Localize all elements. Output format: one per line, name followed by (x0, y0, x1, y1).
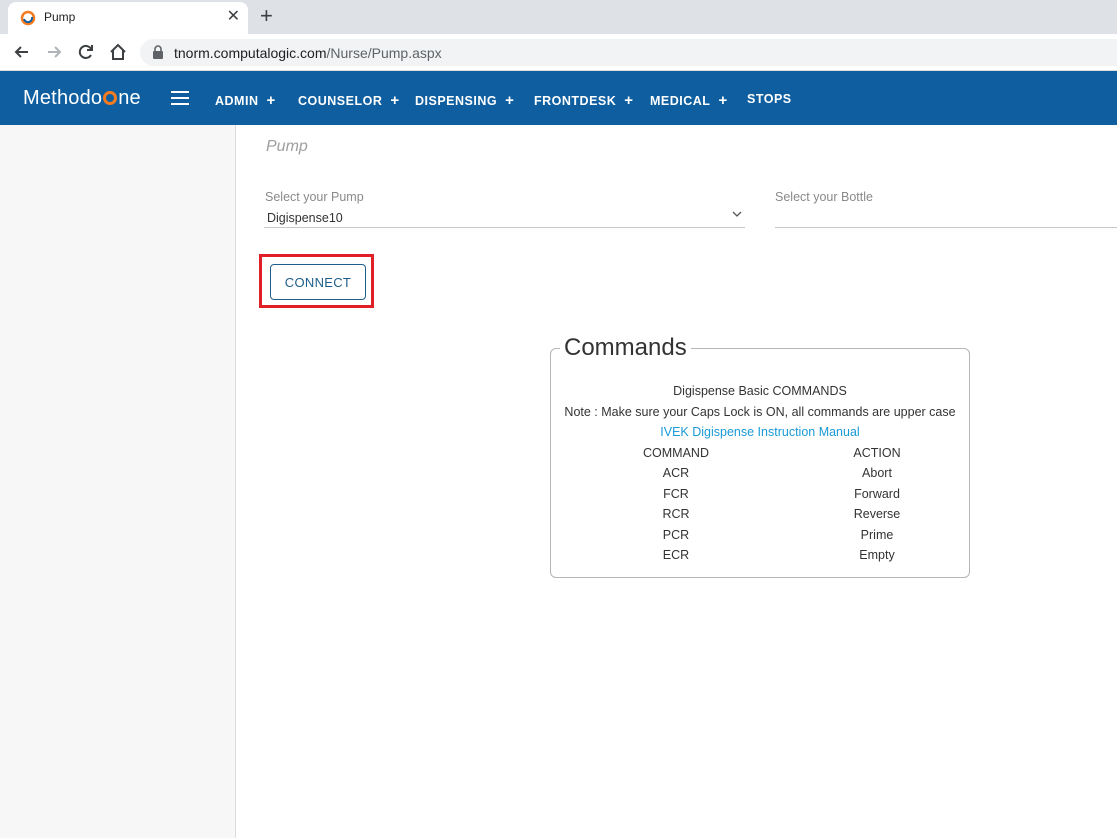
action-cell: Prime (860, 528, 894, 542)
pump-select[interactable]: Digispense10 (267, 211, 343, 225)
nav-item-label: COUNSELOR (298, 94, 383, 108)
page-title: Pump (266, 138, 308, 155)
plus-icon: + (505, 92, 515, 109)
close-tab-icon[interactable]: ✕ (227, 8, 240, 26)
nav-item-label: DISPENSING (415, 94, 498, 108)
back-arrow-icon[interactable] (12, 42, 32, 62)
command-cell: FCR (663, 487, 689, 501)
nav-item-stops[interactable]: STOPS (747, 92, 792, 106)
column-header-action: ACTION (853, 446, 901, 460)
bottle-select[interactable] (775, 227, 1117, 228)
logo-ring-icon (103, 91, 118, 105)
tab-title: Pump (44, 10, 76, 24)
nav-item-admin[interactable]: ADMIN + (215, 92, 276, 109)
logo-text-start: Methodo (23, 87, 103, 109)
nav-item-label: STOPS (747, 92, 792, 106)
reload-icon[interactable] (76, 42, 96, 62)
bottle-select-label: Select your Bottle (775, 190, 873, 204)
commands-note: Note : Make sure your Caps Lock is ON, a… (564, 405, 956, 419)
nav-item-label: MEDICAL (650, 94, 711, 108)
action-cell: Reverse (853, 507, 901, 521)
commands-legend: Commands (560, 334, 691, 362)
commands-heading: Digispense Basic COMMANDS (673, 384, 847, 398)
connect-button[interactable]: CONNECT (270, 264, 366, 300)
commands-panel (550, 348, 970, 578)
nav-item-label: ADMIN (215, 94, 259, 108)
chevron-down-icon[interactable] (732, 209, 742, 219)
command-cell: ECR (662, 548, 690, 562)
nav-item-medical[interactable]: MEDICAL + (650, 92, 728, 109)
action-cell: Forward (854, 487, 900, 501)
nav-item-frontdesk[interactable]: FRONTDESK + (534, 92, 634, 109)
url-path: /Nurse/Pump.aspx (326, 45, 442, 61)
nav-item-label: FRONTDESK (534, 94, 617, 108)
hamburger-menu-icon[interactable] (171, 91, 189, 105)
methodone-logo[interactable]: Methodo ne (23, 87, 141, 110)
browser-tab[interactable]: Pump ✕ (8, 2, 248, 34)
url-domain: tnorm.computalogic.com (174, 45, 327, 61)
action-cell: Empty (859, 548, 895, 562)
action-cell: Abort (862, 466, 892, 480)
plus-icon: + (624, 92, 634, 109)
command-cell: PCR (662, 528, 690, 542)
manual-link-row: IVEK Digispense Instruction Manual (551, 425, 969, 439)
forward-arrow-icon[interactable] (44, 42, 64, 62)
manual-link[interactable]: IVEK Digispense Instruction Manual (660, 425, 859, 439)
nav-item-counselor[interactable]: COUNSELOR + (298, 92, 400, 109)
url-text[interactable]: tnorm.computalogic.com/Nurse/Pump.aspx (174, 45, 442, 61)
pump-select-underline (264, 227, 745, 228)
command-cell: ACR (662, 466, 690, 480)
column-header-command: COMMAND (643, 446, 709, 460)
logo-text-end: ne (118, 87, 141, 109)
sidebar (0, 125, 236, 838)
plus-icon: + (718, 92, 728, 109)
plus-icon: + (266, 92, 276, 109)
new-tab-icon[interactable]: + (260, 4, 273, 28)
nav-item-dispensing[interactable]: DISPENSING + (415, 92, 514, 109)
plus-icon: + (390, 92, 400, 109)
pump-select-label: Select your Pump (265, 190, 364, 204)
methodone-favicon-icon (20, 10, 36, 26)
command-cell: RCR (662, 507, 690, 521)
lock-icon (153, 45, 163, 59)
home-icon[interactable] (108, 42, 128, 62)
